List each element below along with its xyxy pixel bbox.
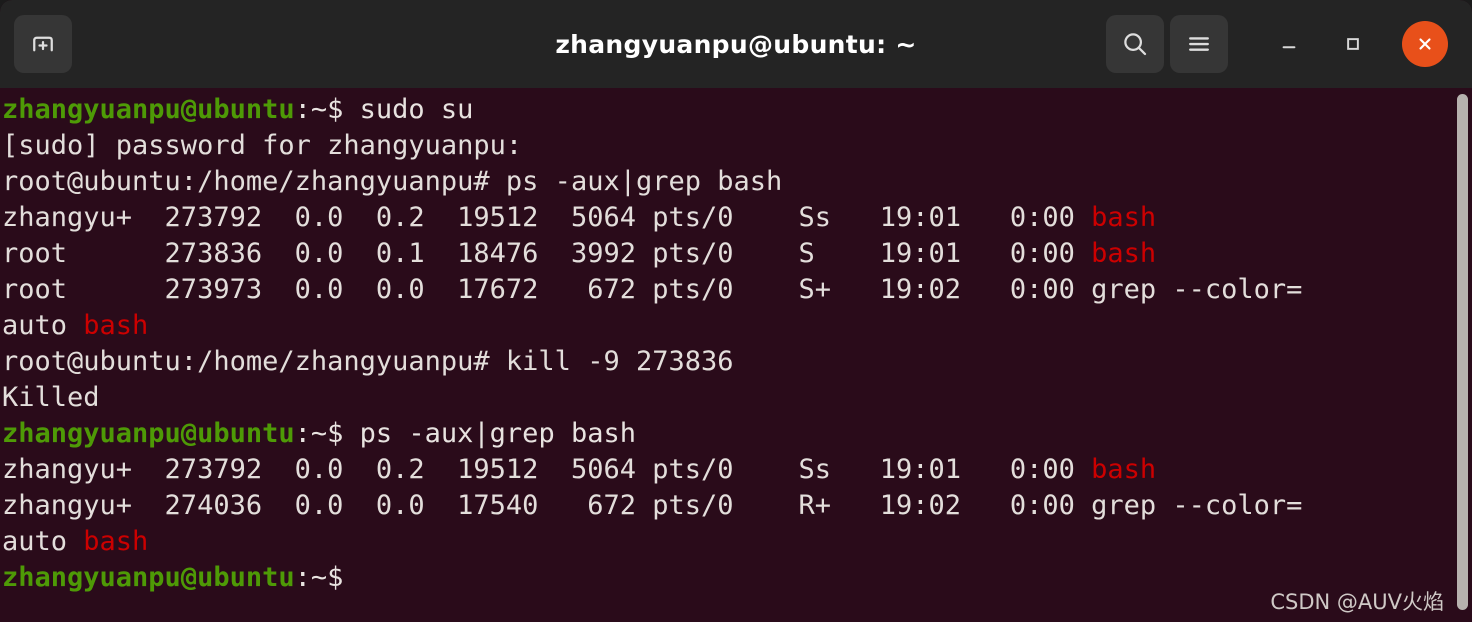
terminal-text-segment: auto xyxy=(2,310,84,341)
terminal-text-segment: bash xyxy=(1091,238,1157,269)
minimize-icon xyxy=(1282,46,1296,49)
terminal-text-segment: zhangyuanpu@ubuntu xyxy=(2,562,295,593)
scrollbar-thumb[interactable] xyxy=(1457,94,1468,610)
terminal-text-segment: :~$ xyxy=(294,562,360,593)
terminal-text-segment: zhangyuanpu@ubuntu xyxy=(2,418,295,449)
terminal-line: root@ubuntu:/home/zhangyuanpu# ps -aux|g… xyxy=(2,164,1472,200)
terminal-text-segment: :~$ ps -aux|grep bash xyxy=(294,418,636,449)
terminal-line: auto bash xyxy=(2,308,1472,344)
terminal-text-segment: root@ubuntu:/home/zhangyuanpu# ps -aux|g… xyxy=(2,166,783,197)
terminal-text-segment: [sudo] password for zhangyuanpu: xyxy=(2,130,523,161)
terminal-output-area[interactable]: zhangyuanpu@ubuntu:~$ sudo su [sudo] pass… xyxy=(0,88,1472,622)
terminal-line: zhangyu+ 274036 0.0 0.0 17540 672 pts/0 … xyxy=(2,488,1472,524)
terminal-line: zhangyuanpu@ubuntu:~$ ps -aux|grep bash xyxy=(2,416,1472,452)
terminal-line: auto bash xyxy=(2,524,1472,560)
search-button[interactable] xyxy=(1106,15,1164,73)
hamburger-menu-icon xyxy=(1189,37,1209,51)
new-tab-button[interactable] xyxy=(14,15,72,73)
terminal-lines: zhangyuanpu@ubuntu:~$ sudo su [sudo] pass… xyxy=(2,92,1472,596)
search-icon xyxy=(1124,33,1147,56)
terminal-text-segment: bash xyxy=(1091,454,1157,485)
terminal-line: root@ubuntu:/home/zhangyuanpu# kill -9 2… xyxy=(2,344,1472,380)
scrollbar-track[interactable] xyxy=(1452,88,1472,622)
terminal-line: root 273973 0.0 0.0 17672 672 pts/0 S+ 1… xyxy=(2,272,1472,308)
menu-button[interactable] xyxy=(1170,15,1228,73)
terminal-line: [sudo] password for zhangyuanpu: xyxy=(2,128,1472,164)
maximize-button[interactable] xyxy=(1324,15,1382,73)
terminal-text-segment: root@ubuntu:/home/zhangyuanpu# kill -9 2… xyxy=(2,346,734,377)
terminal-line: zhangyu+ 273792 0.0 0.2 19512 5064 pts/0… xyxy=(2,452,1472,488)
close-button[interactable] xyxy=(1402,21,1448,67)
terminal-text-segment: bash xyxy=(83,526,149,557)
maximize-icon xyxy=(1347,38,1359,50)
close-icon xyxy=(1419,38,1431,50)
terminal-text-segment: zhangyu+ 274036 0.0 0.0 17540 672 pts/0 … xyxy=(2,490,1303,521)
terminal-window: zhangyuanpu@ubuntu: ~ zhangyuanpu@ubuntu… xyxy=(0,0,1472,622)
new-tab-icon xyxy=(33,36,53,52)
minimize-button[interactable] xyxy=(1260,15,1318,73)
terminal-text-segment: auto xyxy=(2,526,84,557)
watermark-text: CSDN @AUV火焰 xyxy=(1270,590,1444,614)
terminal-line: zhangyu+ 273792 0.0 0.2 19512 5064 pts/0… xyxy=(2,200,1472,236)
window-controls xyxy=(1106,15,1458,73)
terminal-line: root 273836 0.0 0.1 18476 3992 pts/0 S 1… xyxy=(2,236,1472,272)
title-bar: zhangyuanpu@ubuntu: ~ xyxy=(0,0,1472,88)
terminal-text-segment: zhangyuanpu@ubuntu xyxy=(2,94,295,125)
terminal-text-segment: :~$ sudo su xyxy=(294,94,474,125)
terminal-text-segment: root 273973 0.0 0.0 17672 672 pts/0 S+ 1… xyxy=(2,274,1303,305)
terminal-text-segment: root 273836 0.0 0.1 18476 3992 pts/0 S 1… xyxy=(2,238,1092,269)
terminal-text-segment: bash xyxy=(83,310,149,341)
terminal-line: Killed xyxy=(2,380,1472,416)
terminal-text-segment: bash xyxy=(1091,202,1157,233)
terminal-text-segment: zhangyu+ 273792 0.0 0.2 19512 5064 pts/0… xyxy=(2,454,1092,485)
terminal-text-segment: Killed xyxy=(2,382,100,413)
terminal-line: zhangyuanpu@ubuntu:~$ xyxy=(2,560,1472,596)
terminal-line: zhangyuanpu@ubuntu:~$ sudo su xyxy=(2,92,1472,128)
terminal-text-segment: zhangyu+ 273792 0.0 0.2 19512 5064 pts/0… xyxy=(2,202,1092,233)
